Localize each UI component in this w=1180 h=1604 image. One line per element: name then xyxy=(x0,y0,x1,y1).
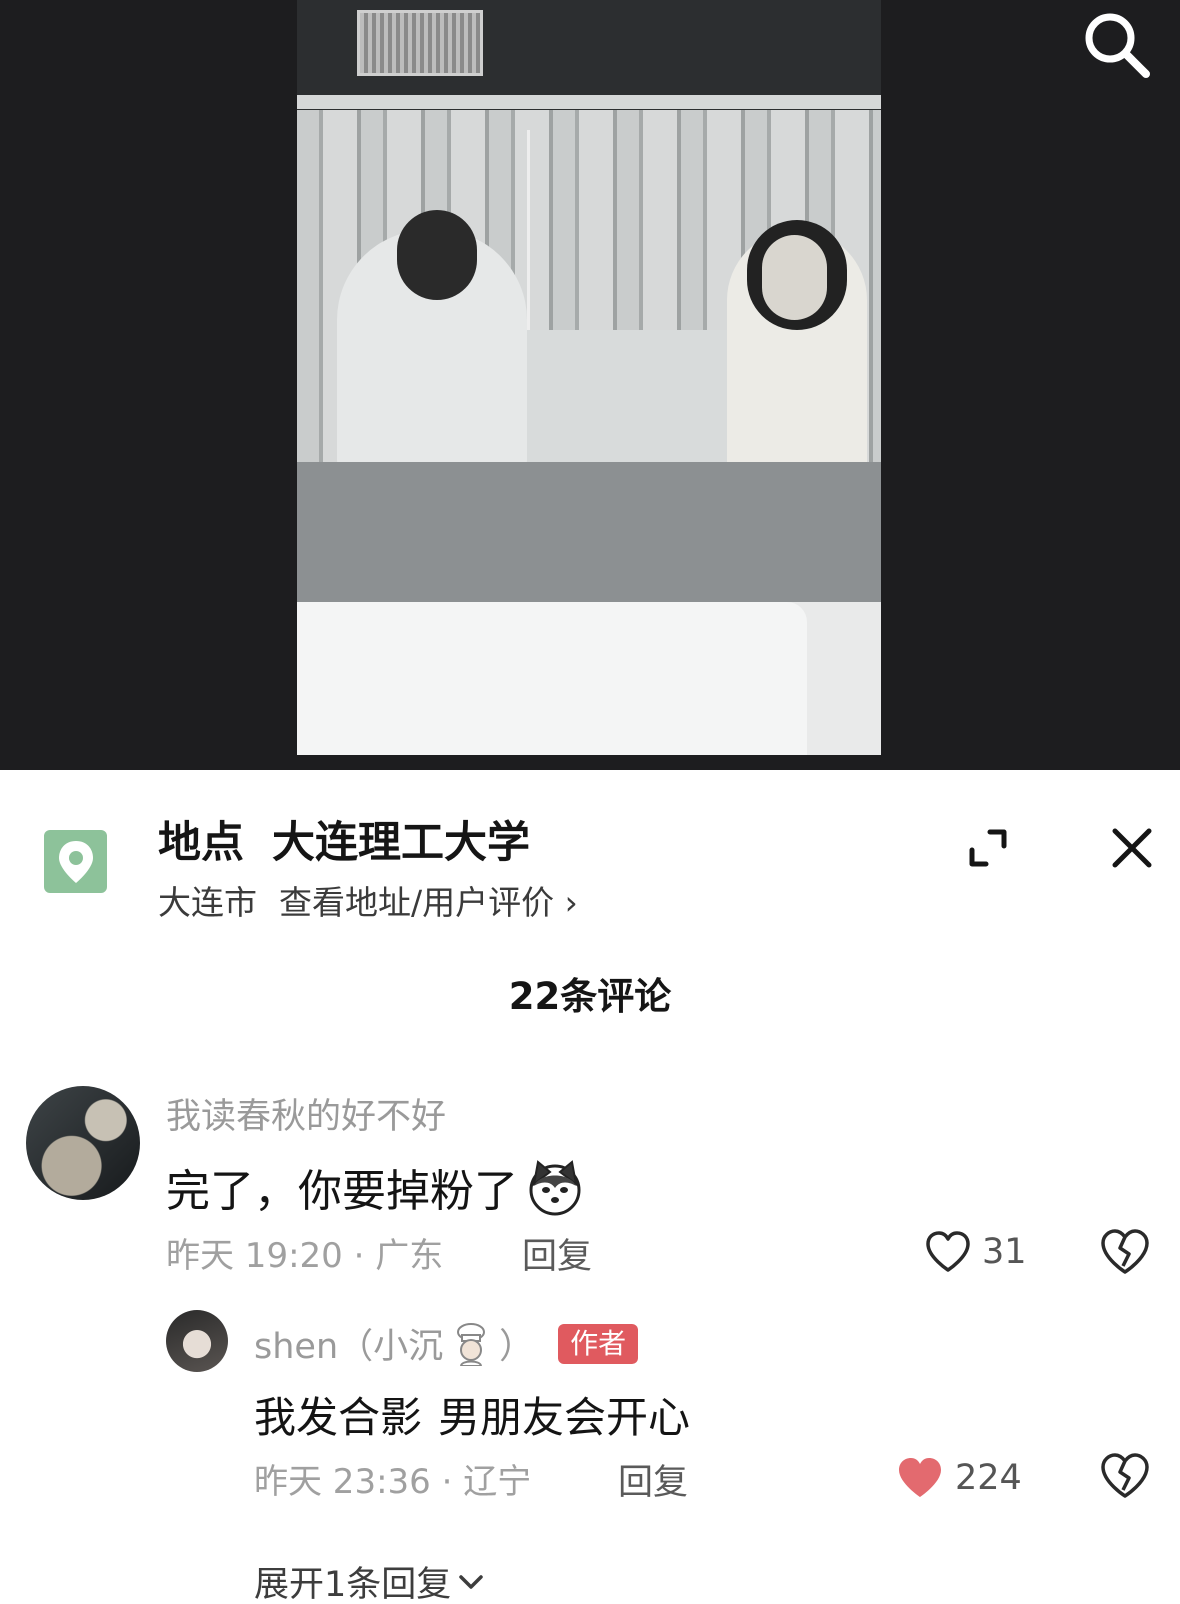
reply-text-part2: 男朋友会开心 xyxy=(438,1393,691,1442)
reply-button[interactable]: 回复 xyxy=(618,1454,688,1505)
heart-icon xyxy=(926,1231,970,1272)
heart-icon xyxy=(899,1458,941,1497)
dog-emoji-icon xyxy=(529,1160,581,1216)
avatar[interactable] xyxy=(166,1310,228,1372)
comment-text: 完了，你要掉粉了 xyxy=(166,1155,584,1219)
location-label: 地点 xyxy=(158,818,244,868)
search-button[interactable] xyxy=(1078,6,1158,86)
close-icon xyxy=(1112,828,1152,868)
reply-button[interactable]: 回复 xyxy=(522,1228,592,1279)
expand-replies-label: 展开1条回复 xyxy=(254,1565,452,1604)
reply-meta: 昨天 23:36 · 辽宁 xyxy=(254,1462,532,1502)
expand-button[interactable] xyxy=(958,818,1018,878)
chef-emoji-icon xyxy=(457,1322,486,1366)
broken-heart-icon xyxy=(1101,1229,1149,1274)
reply-text: 我发合影 男朋友会开心 xyxy=(254,1384,690,1445)
location-city: 大连市 xyxy=(158,883,257,922)
reply-username-suffix: ） xyxy=(499,1327,535,1367)
like-count: 31 xyxy=(982,1232,1027,1272)
avatar[interactable] xyxy=(26,1086,140,1200)
like-count: 224 xyxy=(955,1458,1022,1498)
dislike-button[interactable] xyxy=(1099,1228,1151,1280)
location-subtitle[interactable]: 大连市 查看地址/用户评价 › xyxy=(158,876,578,924)
close-button[interactable] xyxy=(1102,818,1162,878)
comment-meta: 昨天 19:20 · 广东 xyxy=(166,1236,444,1276)
video-frame-photo xyxy=(297,0,881,755)
expand-replies-button[interactable]: 展开1条回复 xyxy=(254,1556,487,1604)
location-name: 大连理工大学 xyxy=(272,818,530,868)
comment-text-content: 完了，你要掉粉了 xyxy=(166,1166,518,1217)
like-button[interactable]: 31 xyxy=(924,1227,1027,1277)
view-address-link[interactable]: 查看地址/用户评价 › xyxy=(279,883,578,922)
comment-username[interactable]: 我读春秋的好不好 xyxy=(166,1088,446,1139)
reply-username-text: shen（小沉 xyxy=(254,1327,444,1367)
expand-icon xyxy=(969,829,1007,867)
reply-text-part1: 我发合影 xyxy=(254,1393,423,1442)
chevron-down-icon xyxy=(459,1574,484,1589)
location-pin-icon xyxy=(44,830,107,893)
search-icon xyxy=(1085,13,1150,78)
broken-heart-icon xyxy=(1101,1453,1149,1498)
author-badge: 作者 xyxy=(558,1323,639,1364)
comment-count-title: 22条评论 xyxy=(508,975,672,1018)
dislike-button[interactable] xyxy=(1099,1452,1151,1504)
like-button[interactable]: 224 xyxy=(895,1452,1022,1504)
video-player[interactable] xyxy=(0,0,1180,770)
reply-username[interactable]: shen（小沉 ） 作者 xyxy=(254,1318,639,1369)
location-title[interactable]: 地点 大连理工大学 xyxy=(158,808,530,870)
